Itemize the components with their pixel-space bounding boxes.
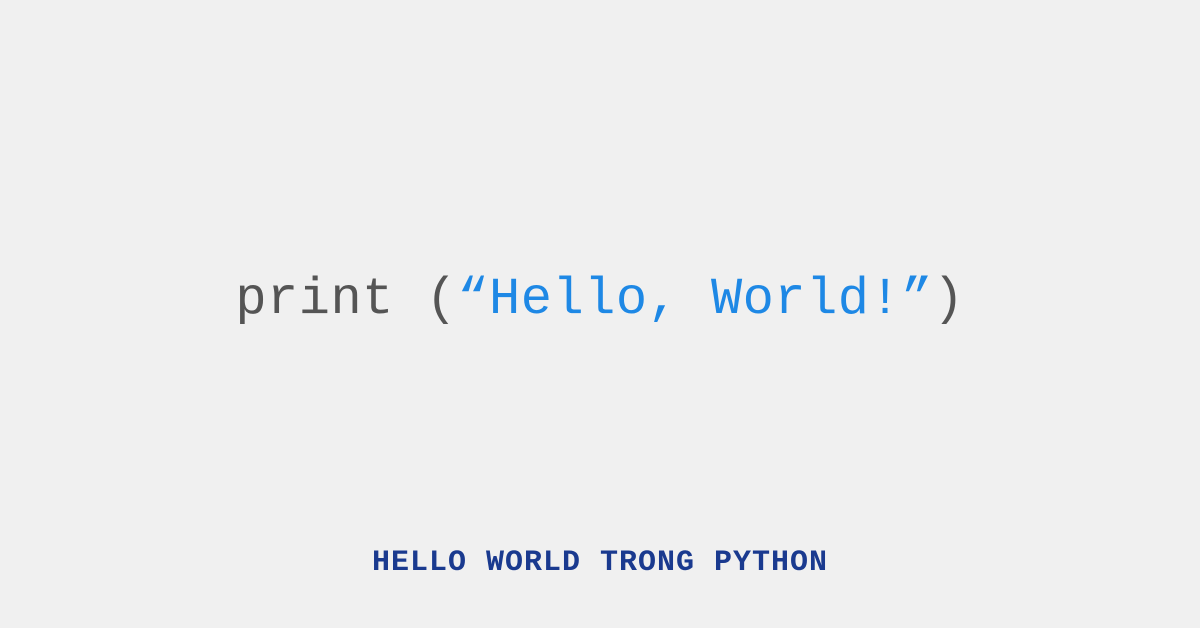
code-space [394,270,426,329]
code-snippet: print (“Hello, World!”) [235,270,964,329]
code-close-paren: ) [933,270,965,329]
caption-text: HELLO WORLD TRONG PYTHON [372,546,828,580]
code-string-content: Hello, World! [489,270,901,329]
code-string-open-quote: “ [457,270,489,329]
code-string-close-quote: ” [901,270,933,329]
code-open-paren: ( [426,270,458,329]
code-keyword: print [235,270,394,329]
